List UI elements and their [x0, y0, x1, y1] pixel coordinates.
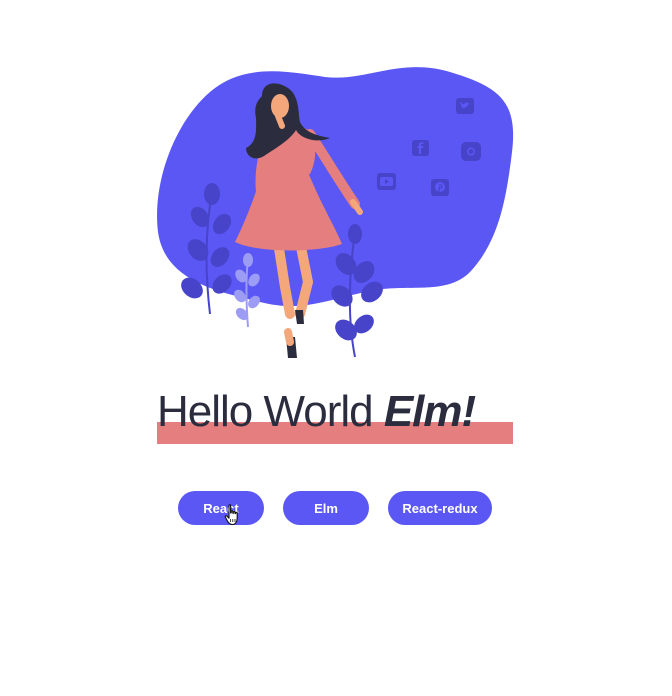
react-redux-button[interactable]: React-redux: [388, 491, 492, 525]
hand-pointer-icon: [224, 504, 238, 526]
react-button[interactable]: React: [178, 491, 264, 525]
page-title-emphasis: Elm!: [383, 387, 476, 436]
page-title-main: Hello World: [157, 387, 384, 436]
facebook-icon: [412, 140, 429, 156]
elm-button[interactable]: Elm: [283, 491, 369, 525]
pinterest-icon: [431, 179, 449, 196]
page-title: Hello World Elm!: [157, 386, 513, 438]
hero-heading-block: Hello World Elm!: [157, 386, 513, 448]
framework-buttons: React Elm React-redux: [0, 491, 672, 525]
youtube-icon: [377, 173, 396, 190]
instagram-icon: [461, 142, 481, 161]
twitter-icon: [456, 98, 474, 114]
hero-illustration: [157, 67, 514, 358]
